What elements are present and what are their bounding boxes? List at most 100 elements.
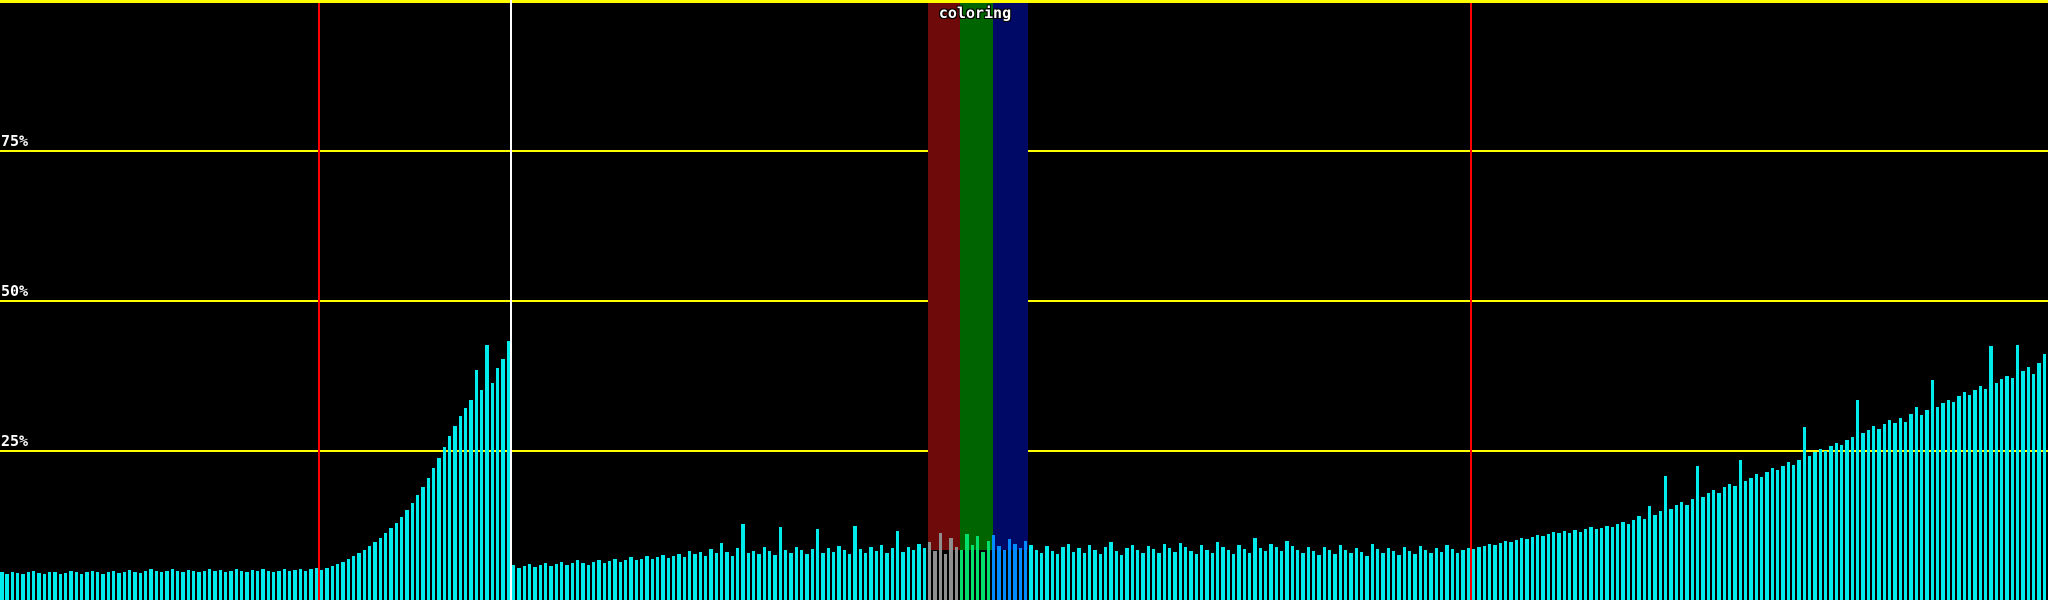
histogram-bar [159, 572, 164, 600]
histogram-bar [543, 562, 548, 600]
histogram-bar [634, 560, 639, 600]
histogram-bar [858, 549, 863, 600]
histogram-bar [1749, 477, 1753, 600]
histogram-bar [1130, 544, 1135, 600]
histogram-bar [1007, 538, 1012, 600]
histogram-bar [383, 532, 388, 600]
histogram-bar [2026, 367, 2031, 600]
histogram-bar [1834, 442, 1839, 600]
histogram-bar [1274, 547, 1279, 600]
histogram-bar [1434, 548, 1439, 600]
right-red-marker [1470, 3, 1472, 600]
histogram-bar [1103, 546, 1108, 600]
histogram-bar [666, 558, 671, 600]
histogram-bar [1365, 555, 1369, 600]
histogram-bar [1445, 544, 1449, 600]
histogram-bar [511, 565, 516, 600]
histogram-bar [1541, 536, 1545, 600]
histogram-bar [538, 564, 543, 600]
histogram-bar [1877, 429, 1881, 600]
histogram-bar [1871, 426, 1876, 600]
histogram-bar [757, 554, 761, 600]
histogram-bar [639, 558, 644, 600]
histogram-bar [1551, 532, 1556, 600]
histogram-bar [613, 558, 617, 600]
histogram-bar [1407, 550, 1412, 600]
histogram-bar [149, 569, 153, 600]
histogram-bar [1754, 474, 1759, 600]
histogram-bar [1695, 465, 1700, 600]
histogram-bar [629, 557, 633, 600]
histogram-bar [938, 532, 943, 600]
histogram-bar [879, 544, 884, 600]
histogram-bar [101, 573, 105, 600]
histogram-bar [1791, 465, 1796, 600]
histogram-bar [1279, 550, 1284, 600]
histogram-bar [826, 548, 831, 600]
histogram-bar [170, 568, 175, 600]
histogram-bar [687, 550, 692, 600]
y-axis-label-25: 25% [1, 432, 29, 450]
histogram-bar [303, 570, 308, 600]
histogram-bar [2005, 375, 2009, 600]
histogram-bar [1653, 514, 1657, 600]
histogram-bar [549, 565, 553, 600]
histogram-bar [783, 549, 788, 600]
histogram-bar [1087, 545, 1092, 600]
histogram-bar [26, 572, 31, 600]
histogram-bar [1327, 550, 1332, 600]
histogram-bar [842, 550, 847, 600]
histogram-bar [1386, 547, 1391, 600]
histogram-bar [693, 554, 697, 600]
histogram-bar [287, 571, 292, 600]
histogram-bar [442, 447, 447, 600]
histogram-bar [645, 556, 649, 600]
histogram-bar [293, 570, 297, 600]
histogram-bar [1423, 549, 1428, 600]
histogram-bar [1146, 546, 1151, 600]
histogram-bar [479, 390, 484, 600]
histogram-bar [1247, 552, 1252, 600]
histogram-bar [79, 574, 84, 600]
histogram-bar [437, 457, 441, 600]
histogram-bar [901, 552, 905, 600]
histogram-bar [1055, 554, 1060, 600]
histogram-bar [1610, 527, 1615, 600]
histogram-bar [1562, 531, 1567, 600]
histogram-bar [1679, 501, 1684, 600]
histogram-bar [1578, 531, 1583, 600]
histogram-bar [1343, 549, 1348, 600]
histogram-bar [15, 573, 20, 600]
histogram-bar [1919, 415, 1924, 600]
histogram-bar [277, 570, 281, 600]
histogram-bar [789, 553, 793, 600]
histogram-bar [869, 547, 873, 600]
coloring-annotation-label: coloring [938, 4, 1012, 22]
histogram-bar [1413, 554, 1417, 600]
histogram-bar [597, 559, 601, 600]
histogram-bar [154, 571, 159, 600]
histogram-bar [927, 542, 932, 600]
histogram-bar [325, 568, 329, 600]
histogram-bar [1221, 546, 1225, 600]
histogram-bar [357, 553, 361, 600]
histogram-bar [1589, 526, 1593, 600]
histogram-bar [223, 571, 228, 600]
histogram-bar [1647, 506, 1652, 600]
histogram-bar [730, 555, 735, 600]
histogram-bar [1450, 549, 1455, 600]
histogram-bar [1349, 553, 1353, 600]
histogram-bar [1237, 544, 1241, 600]
histogram-bar [655, 557, 660, 600]
histogram-bar [1882, 423, 1887, 600]
histogram-bar [53, 572, 57, 600]
histogram-bar [794, 546, 799, 600]
histogram-bar [831, 552, 836, 600]
histogram-bar [1194, 554, 1199, 600]
histogram-bar [917, 543, 921, 600]
histogram-bar [1818, 448, 1823, 600]
histogram-bar [1045, 546, 1049, 600]
left-red-marker [318, 3, 320, 600]
histogram-bar [1674, 505, 1679, 600]
histogram-bar [762, 547, 767, 600]
